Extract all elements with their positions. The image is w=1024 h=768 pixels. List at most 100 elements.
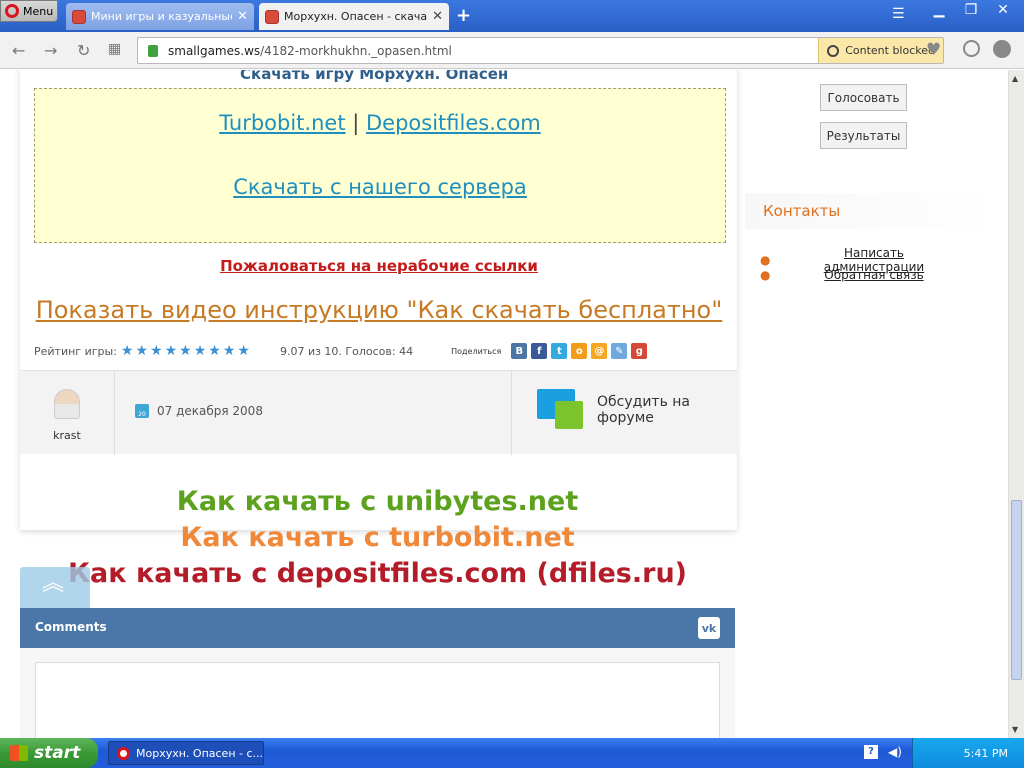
comments-label: Comments — [35, 620, 107, 634]
date-text: 07 декабря 2008 — [157, 404, 263, 418]
reload-icon[interactable]: ↻ — [77, 41, 90, 60]
help-icon[interactable]: ? — [864, 745, 878, 759]
author-name[interactable]: krast — [20, 429, 114, 442]
post-date: 20 07 декабря 2008 — [135, 404, 263, 418]
vote-button[interactable]: Голосовать — [820, 84, 907, 111]
star-icon[interactable]: ★ — [237, 344, 250, 358]
window-controls: ▁ ❐ ✕ — [928, 2, 1014, 20]
mailru-share-icon[interactable]: @ — [591, 343, 608, 359]
task-title: Морхухн. Опасен - с... — [136, 746, 264, 760]
forum-label[interactable]: Обсудить на форуме — [597, 394, 690, 426]
post-meta-bar: krast 20 07 декабря 2008 Обсудить на фору… — [20, 370, 737, 455]
speed-dial-icon[interactable]: ▦ — [108, 41, 121, 57]
vk-logo-icon[interactable]: vk — [698, 617, 720, 639]
url-text[interactable]: smallgames.ws/4182-morkhukhn._opasen.htm… — [168, 44, 818, 58]
tab-title: Мини игры и казуальные иг — [91, 10, 233, 23]
opera-menu-button[interactable]: Menu — [0, 0, 58, 22]
contact-item: ● Обратная связь — [760, 268, 948, 282]
googleplus-share-icon[interactable]: g — [631, 343, 648, 359]
site-favicon-icon — [265, 9, 279, 24]
report-broken-links[interactable]: Пожаловаться на нерабочие ссылки — [0, 257, 758, 275]
rating-stars[interactable]: ★ ★ ★ ★ ★ ★ ★ ★ ★ — [121, 344, 250, 358]
windows-taskbar: start Морхухн. Опасен - с... ? ◀) ✔ ⚲ 5:… — [0, 738, 1024, 768]
blocked-icon — [827, 44, 840, 57]
star-icon[interactable]: ★ — [121, 344, 134, 358]
calendar-icon: 20 — [135, 404, 149, 418]
comment-input[interactable] — [35, 662, 720, 738]
scrollbar-thumb[interactable] — [1011, 500, 1022, 680]
web-page: Скачать игру Морхухн. Опасен Turbobit.ne… — [0, 70, 1008, 738]
star-icon[interactable]: ★ — [208, 344, 221, 358]
bullet-icon: ● — [760, 268, 771, 282]
chevron-up-icon: ︽ — [42, 571, 65, 596]
star-icon[interactable]: ★ — [165, 344, 178, 358]
secure-lock-icon — [148, 44, 158, 57]
minimize-icon[interactable]: ▁ — [928, 2, 950, 20]
downloads-icon[interactable] — [963, 40, 980, 57]
rating-label: Рейтинг игры: — [34, 344, 117, 358]
volume-icon[interactable]: ◀) — [888, 745, 902, 759]
maximize-icon[interactable]: ❐ — [960, 2, 982, 20]
howto-depositfiles-link[interactable]: Как качать с depositfiles.com (dfiles.ru… — [20, 558, 735, 589]
feedback-link[interactable]: Обратная связь — [800, 268, 948, 282]
star-icon[interactable]: ★ — [150, 344, 163, 358]
start-label: start — [34, 743, 81, 763]
address-toolbar: ← → ↻ ▦ smallgames.ws/4182-morkhukhn._op… — [0, 32, 1024, 69]
twitter-share-icon[interactable]: t — [551, 343, 568, 359]
star-icon[interactable]: ★ — [194, 344, 207, 358]
rating-row: Рейтинг игры: ★ ★ ★ ★ ★ ★ ★ ★ ★ 9.07 из 10. Голо… — [34, 342, 724, 360]
contacts-heading: Контакты — [763, 202, 841, 220]
system-tray: ✔ ⚲ 5:41 PM — [912, 738, 1024, 768]
turbobit-link[interactable]: Turbobit.net — [219, 111, 345, 135]
forward-icon[interactable]: → — [44, 41, 57, 60]
download-heading: Скачать игру Морхухн. Опасен — [240, 70, 509, 83]
howto-turbobit-link[interactable]: Как качать с turbobit.net — [20, 522, 735, 553]
taskbar-opera-window[interactable]: Морхухн. Опасен - с... — [108, 741, 264, 765]
avatar — [54, 389, 80, 419]
tab-mini-games[interactable]: Мини игры и казуальные иг ✕ — [66, 3, 254, 30]
bookmark-heart-icon[interactable]: ♥ — [926, 40, 941, 60]
vk-share-icon[interactable]: B — [511, 343, 528, 359]
share-label: Поделиться — [451, 346, 502, 356]
discuss-forum-link[interactable]: Обсудить на форуме — [511, 371, 737, 455]
close-tab-icon[interactable]: ✕ — [237, 9, 248, 24]
site-favicon-icon — [72, 9, 86, 24]
scroll-up-icon[interactable]: ▲ — [1012, 74, 1018, 83]
share-buttons: B f t o @ ✎ g — [511, 343, 648, 359]
scroll-down-icon[interactable]: ▼ — [1012, 725, 1018, 734]
tab-menu-icon[interactable]: ☰ — [892, 6, 905, 22]
menu-label: Menu — [23, 4, 54, 18]
star-icon[interactable]: ★ — [135, 344, 148, 358]
author-block[interactable]: krast — [20, 371, 115, 455]
chat-bubble-icon-2 — [555, 401, 583, 429]
download-links-box: Turbobit.net | Depositfiles.com Скачать … — [34, 88, 726, 243]
star-icon[interactable]: ★ — [179, 344, 192, 358]
livejournal-share-icon[interactable]: ✎ — [611, 343, 628, 359]
clock[interactable]: 5:41 PM — [964, 747, 1008, 760]
depositfiles-link[interactable]: Depositfiles.com — [366, 111, 541, 135]
facebook-share-icon[interactable]: f — [531, 343, 548, 359]
odnoklassniki-share-icon[interactable]: o — [571, 343, 588, 359]
start-button[interactable]: start — [0, 738, 98, 768]
tab-morhuhn[interactable]: Морхухн. Опасен - скачать ✕ — [259, 3, 449, 30]
results-button[interactable]: Результаты — [820, 122, 907, 149]
back-icon[interactable]: ← — [12, 41, 25, 60]
bullet-icon: ● — [760, 253, 771, 267]
account-icon[interactable] — [993, 40, 1011, 58]
opera-logo-icon — [5, 4, 19, 18]
own-server-link[interactable]: Скачать с нашего сервера — [233, 175, 527, 199]
vertical-scrollbar[interactable]: ▲ ▼ — [1008, 70, 1024, 738]
screen: Menu Мини игры и казуальные иг ✕ Морхухн… — [0, 0, 1024, 768]
close-tab-icon[interactable]: ✕ — [432, 9, 443, 24]
howto-unibytes-link[interactable]: Как качать с unibytes.net — [20, 486, 735, 517]
browser-titlebar: Menu Мини игры и казуальные иг ✕ Морхухн… — [0, 0, 1024, 32]
comments-header: Comments vk — [20, 608, 735, 648]
tab-title: Морхухн. Опасен - скачать — [284, 10, 428, 23]
mirror-links-row: Turbobit.net | Depositfiles.com — [35, 111, 725, 135]
star-icon[interactable]: ★ — [223, 344, 236, 358]
video-instruction-link[interactable]: Показать видео инструкцию "Как скачать б… — [0, 296, 758, 324]
content-blocked-indicator[interactable]: Content blocked — [818, 38, 943, 63]
close-window-icon[interactable]: ✕ — [992, 2, 1014, 20]
new-tab-button[interactable]: + — [456, 5, 471, 26]
address-bar[interactable]: smallgames.ws/4182-morkhukhn._opasen.htm… — [137, 37, 944, 64]
